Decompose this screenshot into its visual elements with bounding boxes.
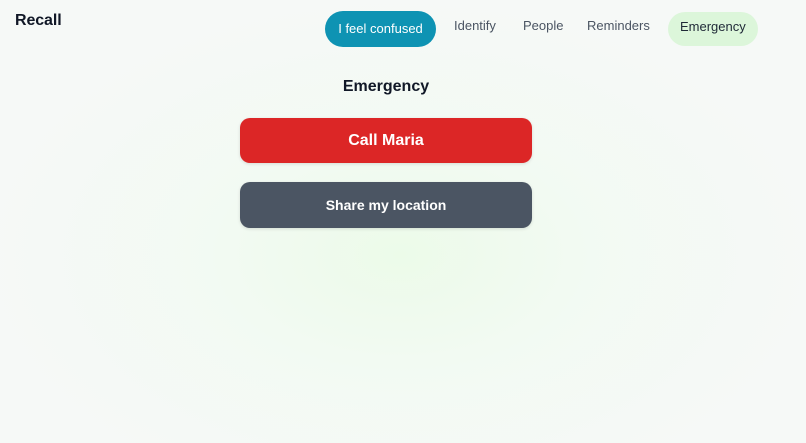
share-location-label: Share my location	[325, 197, 447, 213]
nav-item-emergency[interactable]: Emergency	[668, 12, 758, 46]
call-maria-button[interactable]: Call Maria	[240, 118, 532, 163]
i-feel-confused-button[interactable]: I feel confused	[325, 11, 436, 47]
app-title: Recall	[15, 12, 62, 29]
nav-item-reminders[interactable]: Reminders	[587, 11, 650, 41]
nav-item-people[interactable]: People	[523, 11, 563, 41]
page-title: Emergency	[342, 78, 430, 95]
call-maria-label: Call Maria	[348, 131, 424, 149]
nav-item-identify[interactable]: Identify	[454, 11, 496, 41]
share-location-button[interactable]: Share my location	[240, 182, 532, 228]
top-nav: I feel confused Identify People Reminder…	[325, 11, 758, 47]
